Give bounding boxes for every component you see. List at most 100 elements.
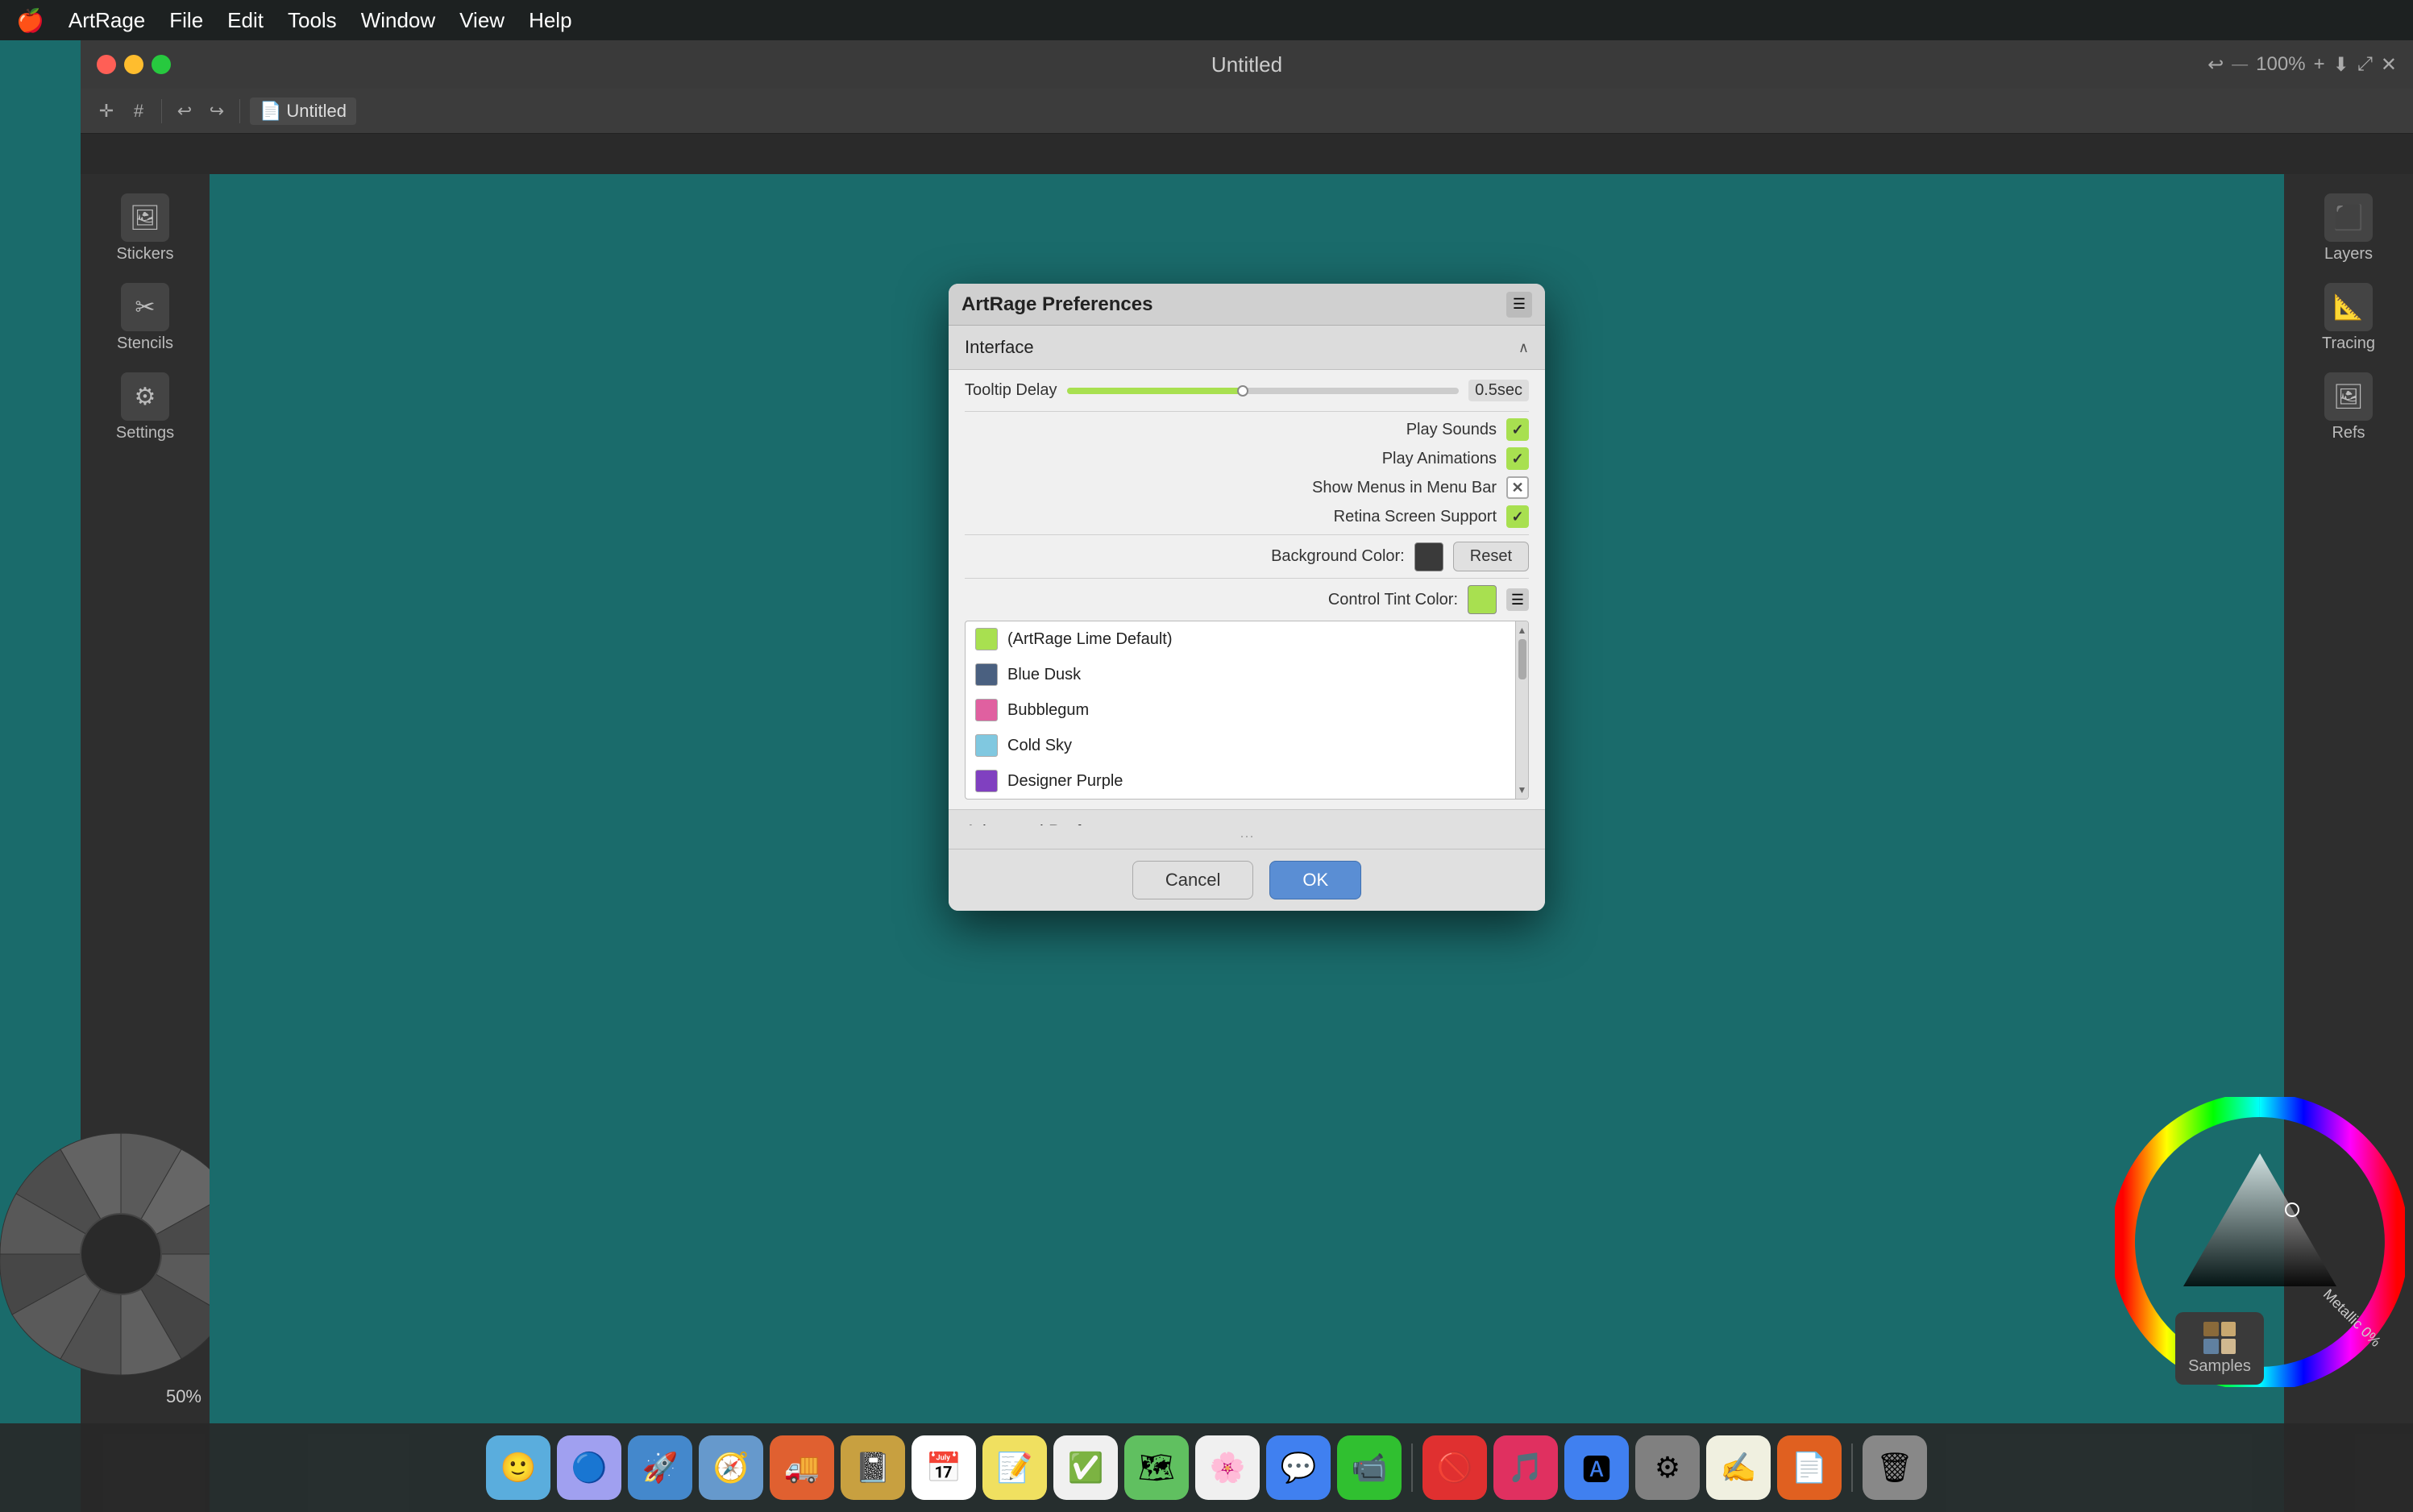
dock-transmit[interactable]: 🚚 (770, 1435, 834, 1500)
show-menus-checkbox[interactable]: ✕ (1506, 476, 1529, 499)
dock-appstore[interactable]: 🅰 (1564, 1435, 1629, 1500)
play-sounds-checkbox[interactable]: ✓ (1506, 418, 1529, 441)
dialog-menu-icon[interactable]: ☰ (1506, 292, 1532, 318)
section-interface-content: Tooltip Delay 0.5sec Play Sounds (949, 370, 1545, 810)
dock-trash[interactable]: 🗑 (1863, 1435, 1927, 1500)
dock-news[interactable]: 🚫 (1422, 1435, 1487, 1500)
tooltip-slider[interactable] (1067, 388, 1460, 394)
section-advanced-header[interactable]: Advanced Preferences ∧ (949, 810, 1545, 825)
sep3 (965, 578, 1529, 579)
retina-checkbox[interactable]: ✓ (1506, 505, 1529, 528)
dock-finder[interactable]: 🙂 (486, 1435, 550, 1500)
color-item-bubblegum[interactable]: Bubblegum (966, 692, 1528, 728)
menu-edit[interactable]: Edit (227, 8, 264, 33)
sample-1 (2203, 1322, 2219, 1337)
dock-signing[interactable]: ✍ (1706, 1435, 1771, 1500)
zoom-in-icon[interactable]: + (2314, 53, 2325, 76)
apple-menu[interactable]: 🍎 (16, 7, 44, 34)
menu-file[interactable]: File (169, 8, 203, 33)
dock-rocket[interactable]: 🚀 (628, 1435, 692, 1500)
section-interface-label: Interface (965, 337, 1034, 358)
crosshair-icon[interactable]: ✛ (93, 98, 119, 124)
close-button[interactable] (97, 55, 116, 74)
background-color-row: Background Color: Reset (965, 542, 1529, 571)
sample-2 (2221, 1322, 2236, 1337)
dock-sysprefs[interactable]: ⚙ (1635, 1435, 1700, 1500)
dock-music[interactable]: 🎵 (1493, 1435, 1558, 1500)
sidebar-tracing[interactable]: 📐 Tracing (2300, 276, 2397, 359)
close-icon[interactable]: ✕ (2381, 53, 2397, 77)
dock-facetime[interactable]: 📹 (1337, 1435, 1402, 1500)
stickers-icon: 🖼 (121, 193, 169, 242)
color-item-designer-purple[interactable]: Designer Purple (966, 763, 1528, 799)
download-icon[interactable]: ⬇ (2333, 53, 2349, 77)
sidebar-layers[interactable]: ⬛ Layers (2300, 187, 2397, 270)
dock-notefile[interactable]: 📓 (841, 1435, 905, 1500)
scroll-down-arrow[interactable]: ▼ (1518, 784, 1527, 795)
sidebar-settings[interactable]: ⚙ Settings (97, 366, 193, 449)
sidebar-stickers[interactable]: 🖼 Stickers (97, 187, 193, 270)
menu-help[interactable]: Help (529, 8, 571, 33)
tint-menu-icon[interactable]: ☰ (1506, 588, 1529, 611)
dock-safari[interactable]: 🧭 (699, 1435, 763, 1500)
redo-icon[interactable]: ↪ (204, 98, 230, 124)
reset-button[interactable]: Reset (1453, 542, 1529, 571)
grid-icon[interactable]: # (126, 98, 152, 124)
settings-icon: ⚙ (121, 372, 169, 421)
app-window: Untitled ↩ — 100% + ⬇ ⤢ ✕ ✛ # ↩ ↪ 📄 Unti… (81, 40, 2413, 1512)
menu-tools[interactable]: Tools (288, 8, 337, 33)
dock-messages[interactable]: 💬 (1266, 1435, 1331, 1500)
sidebar-stencils[interactable]: ✂ Stencils (97, 276, 193, 359)
rotate-icon[interactable]: ↩ (2207, 53, 2224, 77)
color-item-lime[interactable]: (ArtRage Lime Default) (966, 621, 1528, 657)
menu-view[interactable]: View (459, 8, 505, 33)
samples-button[interactable]: Samples (2175, 1312, 2264, 1385)
color-name-blue-dusk: Blue Dusk (1007, 666, 1081, 684)
scroll-up-arrow[interactable]: ▲ (1518, 625, 1527, 636)
color-list-scrollbar[interactable]: ▲ ▼ (1515, 621, 1528, 799)
play-animations-checkbox[interactable]: ✓ (1506, 447, 1529, 470)
settings-label: Settings (116, 424, 174, 442)
dialog-body[interactable]: Interface ∧ Tooltip Delay (949, 326, 1545, 825)
dock-html[interactable]: 📄 (1777, 1435, 1842, 1500)
ok-button[interactable]: OK (1269, 861, 1361, 899)
sidebar-refs[interactable]: 🖼 Refs (2300, 366, 2397, 449)
zoom-separator: — (2232, 56, 2248, 74)
background-color-swatch[interactable] (1414, 542, 1443, 571)
layers-icon: ⬛ (2324, 193, 2373, 242)
slider-thumb (1237, 385, 1248, 397)
tooltip-delay-row: Tooltip Delay 0.5sec (965, 380, 1529, 401)
window-title: Untitled (1211, 52, 1282, 77)
toolbar: ✛ # ↩ ↪ 📄 Untitled (81, 89, 2413, 134)
show-menus-row: Show Menus in Menu Bar ✕ (965, 476, 1529, 499)
cancel-button[interactable]: Cancel (1132, 861, 1253, 899)
document-tab[interactable]: 📄 Untitled (250, 98, 356, 125)
tint-color-row: Control Tint Color: ☰ (965, 585, 1529, 614)
section-interface-header[interactable]: Interface ∧ (949, 326, 1545, 370)
right-sidebar: ⬛ Layers 📐 Tracing 🖼 Refs (2284, 174, 2413, 1512)
color-item-cold-sky[interactable]: Cold Sky (966, 728, 1528, 763)
main-area: 🖼 Stickers ✂ Stencils ⚙ Settings (81, 174, 2413, 1512)
dock-maps[interactable]: 🗺 (1124, 1435, 1189, 1500)
dock-calendar[interactable]: 📅 (912, 1435, 976, 1500)
undo-icon[interactable]: ↩ (172, 98, 197, 124)
dock-reminders[interactable]: ✅ (1053, 1435, 1118, 1500)
canvas-area[interactable]: ArtRage Preferences ☰ Interface ∧ (210, 174, 2284, 1512)
maximize-button[interactable] (152, 55, 171, 74)
menu-window[interactable]: Window (361, 8, 435, 33)
dialog-footer: Cancel OK (949, 849, 1545, 911)
color-item-blue-dusk[interactable]: Blue Dusk (966, 657, 1528, 692)
dock-photos[interactable]: 🌸 (1195, 1435, 1260, 1500)
slider-fill (1067, 388, 1244, 394)
fullscreen-icon[interactable]: ⤢ (2357, 53, 2373, 76)
color-name-designer-purple: Designer Purple (1007, 772, 1123, 791)
color-swatch-designer-purple (975, 770, 998, 792)
dock-notes[interactable]: 📝 (982, 1435, 1047, 1500)
tracing-label: Tracing (2322, 334, 2375, 353)
minimize-button[interactable] (124, 55, 143, 74)
tint-color-swatch[interactable] (1468, 585, 1497, 614)
dock-siri[interactable]: 🔵 (557, 1435, 621, 1500)
menu-artrage[interactable]: ArtRage (69, 8, 145, 33)
color-list[interactable]: (ArtRage Lime Default) Blue Dusk Bubbleg… (965, 621, 1529, 800)
sample-4 (2221, 1339, 2236, 1354)
